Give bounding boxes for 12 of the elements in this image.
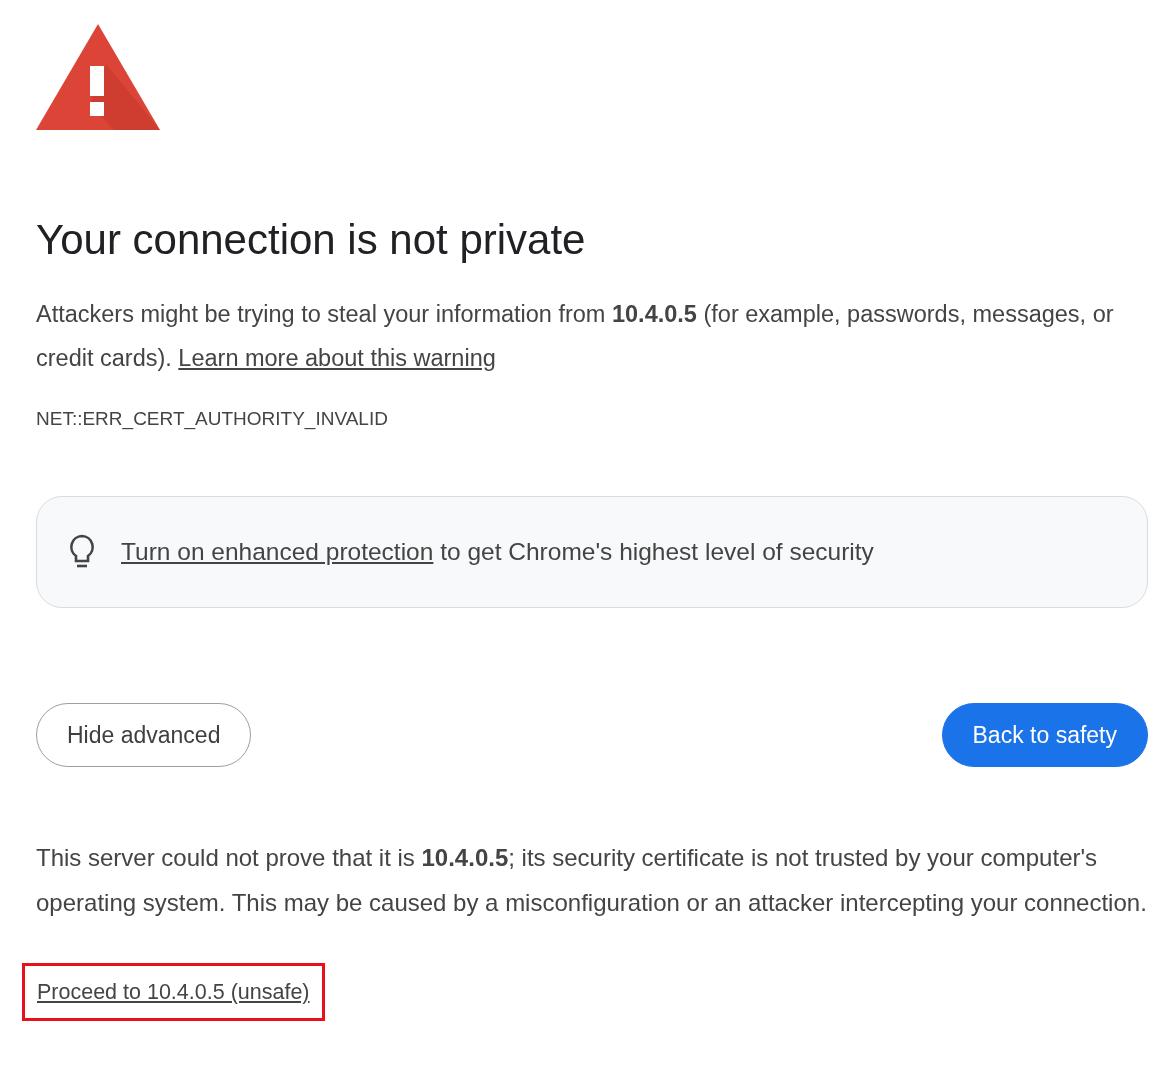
page-title: Your connection is not private [36,215,586,265]
enhanced-protection-text: Turn on enhanced protection to get Chrome's highest level of security [121,537,874,567]
error-code: NET::ERR_CERT_AUTHORITY_INVALID [36,407,388,432]
enhanced-protection-link[interactable]: Turn on enhanced protection [121,538,434,565]
advanced-button[interactable]: Hide advanced [36,703,252,767]
warning-message: Attackers might be trying to steal your information from 10.4.0.5 (for example, passwords, messages, or credit cards). Learn more about this warning [36,300,1115,373]
details-text: This server could not prove that it is 10.4.0.5; its security certificate is not trusted by your computer's operating system. This may be caused by a misconfiguration or an attacker intercepting your connection. [36,843,1148,918]
warning-icon [36,24,160,130]
lightbulb-icon [67,534,97,570]
learn-more-link[interactable]: Learn more about this warning [178,345,496,371]
proceed-link[interactable]: Proceed to 10.4.0.5 (unsafe) [22,963,325,1021]
back-button[interactable]: Back to safety [941,703,1148,767]
